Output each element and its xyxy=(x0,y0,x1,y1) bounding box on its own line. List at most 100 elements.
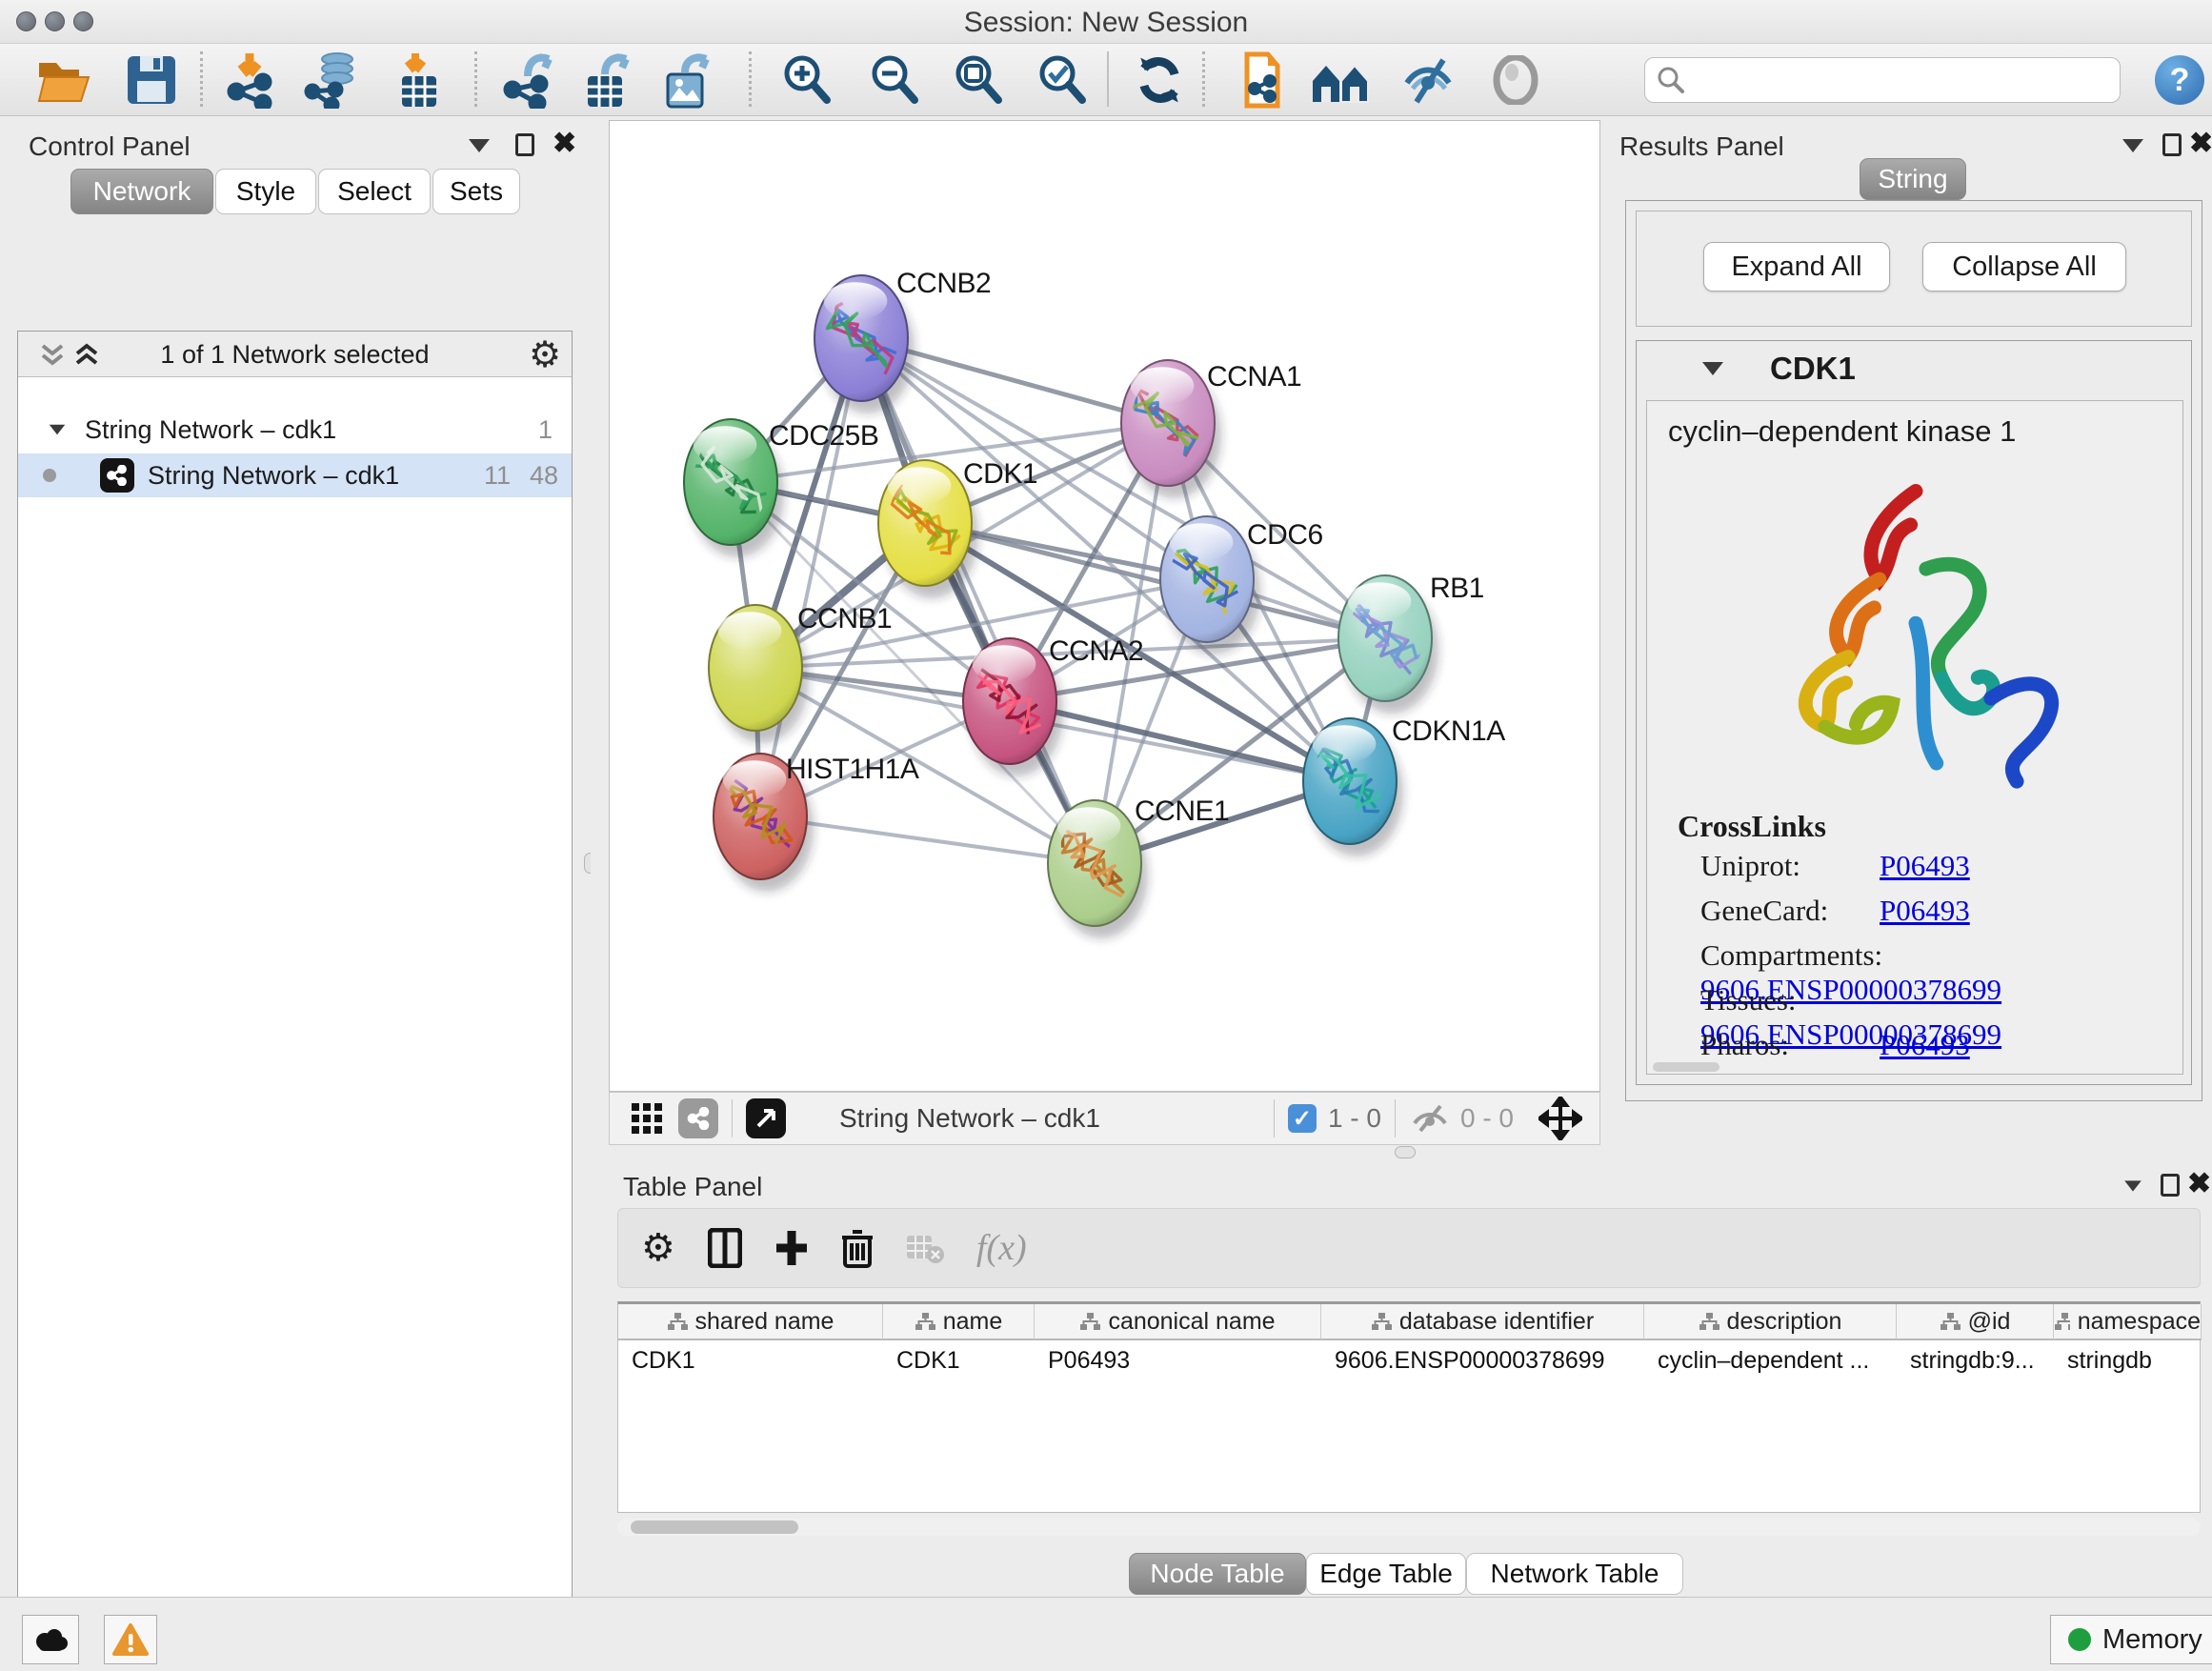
network-node-ccne1 xyxy=(1048,800,1148,938)
control-panel-menu-icon[interactable] xyxy=(469,139,490,152)
export-table-icon[interactable] xyxy=(577,50,640,111)
network-list-options-gear-icon[interactable]: ⚙ xyxy=(529,333,561,376)
show-panel-icon[interactable] xyxy=(1484,50,1547,111)
network-node-cdc6 xyxy=(1160,516,1260,654)
table-cell[interactable]: stringdb:9... xyxy=(1897,1342,2054,1379)
import-network-file-icon[interactable] xyxy=(223,50,286,111)
crosslink-label: GeneCard: xyxy=(1700,894,1880,928)
zoom-out-icon[interactable] xyxy=(863,50,926,111)
refresh-icon[interactable] xyxy=(1128,50,1191,111)
network-view-title: String Network – cdk1 xyxy=(839,1103,1100,1134)
bottom-splitter-handle[interactable] xyxy=(1395,1146,1416,1158)
network-collection-row[interactable]: String Network – cdk1 1 xyxy=(18,410,572,450)
table-cell[interactable]: CDK1 xyxy=(883,1342,1035,1379)
network-row-selected[interactable]: String Network – cdk1 11 48 xyxy=(18,453,572,497)
help-icon[interactable]: ? xyxy=(2155,55,2204,105)
control-panel-title: Control Panel xyxy=(29,131,191,161)
tab-network[interactable]: Network xyxy=(70,169,213,214)
control-panel: Control Panel ✖ Network Style Select Set… xyxy=(0,116,591,1597)
table-hscrollbar[interactable] xyxy=(617,1519,2201,1536)
fit-selected-crosshair-icon[interactable] xyxy=(1538,1097,1582,1140)
table-cell[interactable]: P06493 xyxy=(1035,1342,1321,1379)
network-node-count: 11 xyxy=(484,461,511,491)
selected-checkbox-icon[interactable]: ✓ xyxy=(1288,1104,1317,1133)
column-header--id[interactable]: @id xyxy=(1897,1304,2054,1340)
import-network-database-icon[interactable] xyxy=(301,50,364,111)
table-options-gear-icon[interactable]: ⚙ xyxy=(641,1226,675,1270)
table-cell[interactable]: cyclin–dependent ... xyxy=(1644,1342,1897,1379)
node-label-ccne1: CCNE1 xyxy=(1135,795,1229,827)
fx-function-icon: f(x) xyxy=(976,1227,1027,1269)
crosslink-value-link[interactable]: P06493 xyxy=(1880,849,1970,882)
column-header-name[interactable]: name xyxy=(883,1304,1035,1340)
tab-style[interactable]: Style xyxy=(215,169,316,214)
memory-button[interactable]: Memory xyxy=(2050,1615,2212,1664)
save-session-icon[interactable] xyxy=(120,50,183,111)
network-node-cdkn1a xyxy=(1303,718,1403,856)
node-table[interactable]: shared namenamecanonical namedatabase id… xyxy=(617,1301,2201,1513)
control-panel-close-icon[interactable]: ✖ xyxy=(553,127,576,160)
network-type-icon xyxy=(100,458,134,493)
zoom-selected-icon[interactable] xyxy=(1031,50,1094,111)
crosslink-label: Compartments: xyxy=(1700,938,1880,973)
tab-sets[interactable]: Sets xyxy=(432,169,520,214)
export-image-icon[interactable] xyxy=(657,50,720,111)
toolbar-divider xyxy=(200,51,203,107)
add-column-icon[interactable] xyxy=(774,1229,809,1267)
tab-edge-table[interactable]: Edge Table xyxy=(1306,1553,1466,1595)
collection-label: String Network – cdk1 xyxy=(85,415,336,445)
results-panel-float-icon[interactable] xyxy=(2162,133,2182,156)
results-panel-close-icon[interactable]: ✖ xyxy=(2189,127,2212,160)
network-canvas[interactable]: CCNB2CCNA1CDC25BCDK1CDC6RB1CCNB1CCNA2CDK… xyxy=(609,120,1600,1092)
table-cell[interactable]: CDK1 xyxy=(618,1342,883,1379)
string-results-box: Expand All Collapse All CDK1 cyclin–depe… xyxy=(1625,200,2202,1101)
show-columns-icon[interactable] xyxy=(708,1228,742,1268)
table-hscroll-thumb[interactable] xyxy=(631,1520,798,1534)
table-panel-close-icon[interactable]: ✖ xyxy=(2187,1167,2211,1200)
network-share-icon[interactable] xyxy=(678,1098,718,1138)
zoom-in-icon[interactable] xyxy=(775,50,838,111)
crosslink-value-link[interactable]: P06493 xyxy=(1880,894,1970,927)
results-panel-menu-icon[interactable] xyxy=(2122,139,2143,152)
export-network-icon[interactable] xyxy=(499,50,562,111)
home-icon[interactable] xyxy=(1309,50,1372,111)
crosslinks-hscroll-thumb[interactable] xyxy=(1653,1062,1719,1072)
cloud-status-button[interactable] xyxy=(22,1615,79,1664)
control-panel-float-icon[interactable] xyxy=(515,133,534,156)
search-input[interactable] xyxy=(1644,57,2121,103)
import-table-icon[interactable] xyxy=(389,50,452,111)
crosslink-value-link[interactable]: P06493 xyxy=(1880,1028,1970,1061)
node-label-cdk1: CDK1 xyxy=(963,458,1037,490)
detach-view-icon[interactable] xyxy=(746,1098,786,1138)
table-panel-title: Table Panel xyxy=(623,1172,762,1201)
node-label-ccnb2: CCNB2 xyxy=(896,268,991,299)
document-share-icon[interactable] xyxy=(1229,50,1292,111)
column-header-namespace[interactable]: namespace xyxy=(2054,1304,2202,1340)
collapse-all-button[interactable]: Collapse All xyxy=(1922,242,2126,292)
tab-node-table[interactable]: Node Table xyxy=(1129,1553,1306,1595)
title-bar: Session: New Session xyxy=(0,0,2212,44)
cdk1-expander-icon[interactable] xyxy=(1702,362,1723,375)
tab-network-table[interactable]: Network Table xyxy=(1466,1553,1683,1595)
table-panel-float-icon[interactable] xyxy=(2161,1174,2180,1197)
tab-string[interactable]: String xyxy=(1860,158,1966,200)
delete-column-icon[interactable] xyxy=(841,1228,874,1268)
toolbar-divider xyxy=(1107,51,1109,107)
column-header-description[interactable]: description xyxy=(1644,1304,1897,1340)
table-cell[interactable]: stringdb xyxy=(2054,1342,2202,1379)
hidden-counts: 0 - 0 xyxy=(1460,1103,1514,1134)
expand-all-button[interactable]: Expand All xyxy=(1703,242,1890,292)
cdk1-description: cyclin–dependent kinase 1 xyxy=(1668,414,2016,449)
table-cell[interactable]: 9606.ENSP00000378699 xyxy=(1321,1342,1644,1379)
hide-panel-icon[interactable] xyxy=(1397,50,1459,111)
column-header-canonical-name[interactable]: canonical name xyxy=(1035,1304,1321,1340)
grid-view-icon[interactable] xyxy=(631,1102,663,1135)
collection-expander-icon[interactable] xyxy=(50,425,66,435)
table-panel-menu-icon[interactable] xyxy=(2124,1180,2142,1191)
zoom-fit-icon[interactable] xyxy=(947,50,1010,111)
column-header-database-identifier[interactable]: database identifier xyxy=(1321,1304,1644,1340)
open-session-icon[interactable] xyxy=(32,50,95,111)
warning-status-button[interactable] xyxy=(104,1615,157,1664)
column-header-shared-name[interactable]: shared name xyxy=(618,1304,883,1340)
tab-select[interactable]: Select xyxy=(318,169,431,214)
